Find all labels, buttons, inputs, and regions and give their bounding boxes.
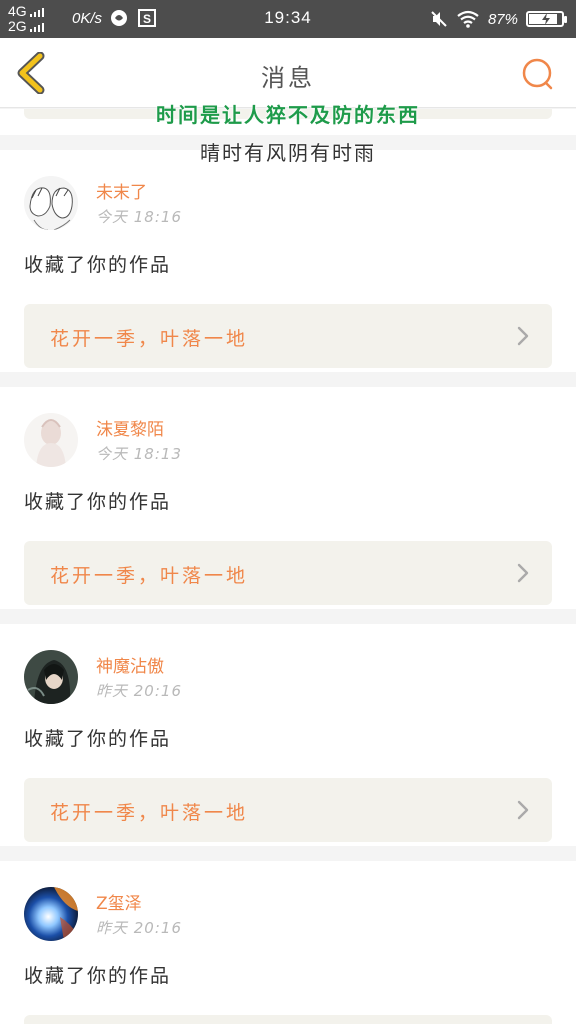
work-link[interactable]: 花开一季，叶落一地 xyxy=(24,304,552,368)
avatar[interactable] xyxy=(24,650,78,704)
search-button[interactable] xyxy=(520,56,556,92)
avatar[interactable] xyxy=(24,413,78,467)
work-link[interactable]: 花开一季，叶落一地 xyxy=(24,541,552,605)
charging-bolt-icon xyxy=(542,13,550,25)
wifi-icon xyxy=(457,10,479,28)
message-action: 收藏了你的作品 xyxy=(24,965,172,987)
mute-icon xyxy=(431,11,447,27)
work-link[interactable] xyxy=(24,1015,552,1024)
chevron-right-icon xyxy=(517,563,529,583)
title-bar: 消息 xyxy=(0,38,576,108)
message-card[interactable]: 未末了 今天 18:16 收藏了你的作品 花开一季，叶落一地 xyxy=(0,150,576,372)
battery-icon xyxy=(526,11,567,27)
message-time: 昨天 20:16 xyxy=(96,682,182,700)
status-right: 87% xyxy=(430,8,567,30)
username[interactable]: 未末了 xyxy=(96,178,147,203)
message-card[interactable]: 沫夏黎陌 今天 18:13 收藏了你的作品 花开一季，叶落一地 xyxy=(0,387,576,609)
username[interactable]: 神魔沾傲 xyxy=(96,652,164,677)
message-time: 今天 18:16 xyxy=(96,208,182,226)
username[interactable]: Z玺泽 xyxy=(96,889,142,914)
message-card[interactable]: Z玺泽 昨天 20:16 收藏了你的作品 xyxy=(0,861,576,1024)
work-link[interactable]: 花开一季，叶落一地 xyxy=(24,778,552,842)
message-time: 昨天 20:16 xyxy=(96,919,182,937)
work-title: 花开一季，叶落一地 xyxy=(50,565,249,587)
lyric-line-1: 时间是让人猝不及防的东西 xyxy=(156,103,420,127)
lyric-line-2: 晴时有风阴有时雨 xyxy=(200,141,376,165)
page-title: 消息 xyxy=(261,64,315,92)
battery-percent: 87% xyxy=(487,10,518,28)
message-action: 收藏了你的作品 xyxy=(24,728,172,750)
work-title: 花开一季，叶落一地 xyxy=(50,328,249,350)
search-icon xyxy=(522,58,553,90)
message-time: 今天 18:13 xyxy=(96,445,182,463)
message-action: 收藏了你的作品 xyxy=(24,491,172,513)
chevron-right-icon xyxy=(517,800,529,820)
message-action: 收藏了你的作品 xyxy=(24,254,172,276)
avatar[interactable] xyxy=(24,887,78,941)
status-bar: 4G 2G 0K/s S 19:34 87% xyxy=(0,0,576,38)
work-title: 花开一季，叶落一地 xyxy=(50,802,249,824)
chevron-right-icon xyxy=(517,326,529,346)
avatar[interactable] xyxy=(24,176,78,230)
message-card[interactable]: 神魔沾傲 昨天 20:16 收藏了你的作品 花开一季，叶落一地 xyxy=(0,624,576,846)
username[interactable]: 沫夏黎陌 xyxy=(96,415,164,440)
